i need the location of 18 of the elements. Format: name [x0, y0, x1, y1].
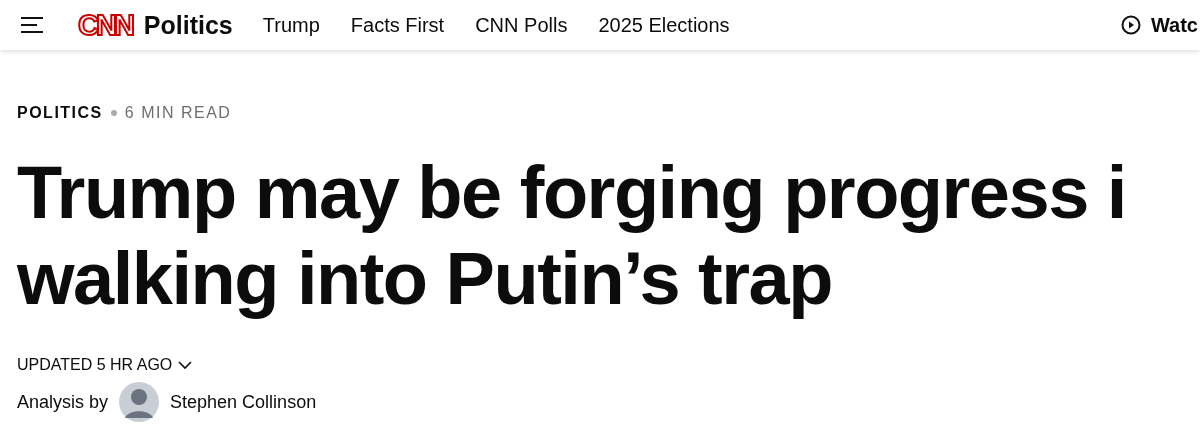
updated-toggle[interactable]: UPDATED 5 HR AGO	[17, 356, 193, 374]
nav-link[interactable]: Trump	[262, 13, 320, 37]
read-time: 6 MIN READ	[124, 104, 232, 122]
headline: walking into Putin’s trap	[17, 236, 833, 322]
separator-dot	[110, 110, 117, 116]
logo[interactable]: CNN	[78, 10, 132, 40]
byline-prefix: Analysis by	[17, 391, 109, 413]
author-name[interactable]: Stephen Collinson	[170, 391, 317, 413]
chevron-icon	[178, 360, 193, 370]
menu-icon[interactable]	[20, 16, 44, 34]
play-icon	[1120, 15, 1141, 35]
section-title[interactable]: Politics	[143, 10, 233, 40]
nav-link[interactable]: Facts First	[350, 13, 445, 37]
nav-link[interactable]: 2025 Elections	[598, 13, 730, 37]
section-label: POLITICS	[17, 104, 103, 122]
nav-link[interactable]: CNN Polls	[475, 13, 568, 37]
watch-link[interactable]: Watc	[1120, 13, 1198, 37]
headline: Trump may be forging progress i	[17, 150, 1127, 236]
